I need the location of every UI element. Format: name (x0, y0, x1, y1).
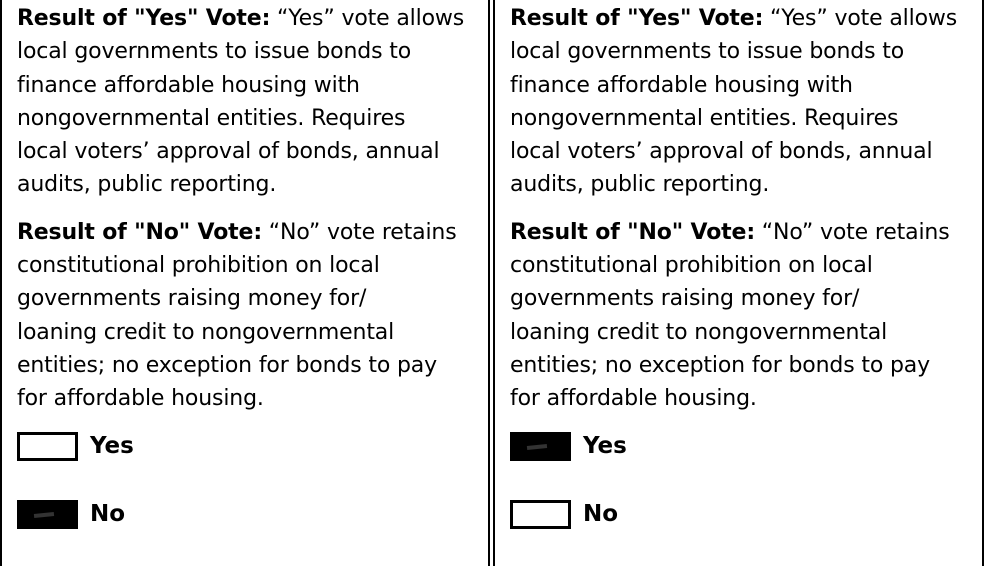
ballot-panel-right: Result of "Yes" Vote: “Yes” vote allows l… (493, 0, 984, 566)
yes-checkbox[interactable] (510, 431, 571, 461)
text-line: “Yes” vote allows (270, 6, 465, 31)
text-line: nongovernmental entities. Requires (17, 105, 406, 131)
no-option[interactable]: No (17, 496, 125, 532)
no-result-heading: Result of "No" Vote: (17, 219, 262, 245)
no-label: No (583, 501, 619, 527)
text-line: constitutional prohibition on local (510, 253, 873, 279)
text-line: entities; no exception for bonds to pay (510, 352, 930, 378)
text-line: “No” vote retains (261, 219, 457, 245)
yes-result-paragraph: Result of "Yes" Vote: “Yes” vote allows l… (17, 2, 479, 202)
yes-checkbox[interactable] (17, 431, 78, 461)
text-line: local voters’ approval of bonds, annual (17, 139, 440, 165)
no-option[interactable]: No (510, 496, 618, 532)
text-line: “No” vote retains (754, 219, 950, 245)
text-line: for affordable housing. (510, 386, 757, 412)
text-line: finance affordable housing with (17, 72, 360, 98)
no-result-paragraph: Result of "No" Vote: “No” vote retains co… (510, 216, 972, 416)
yes-result-heading: Result of "Yes" Vote: (17, 6, 271, 31)
no-checkbox[interactable] (510, 499, 571, 529)
no-checkbox[interactable] (17, 499, 78, 529)
text-line: “Yes” vote allows (763, 6, 958, 31)
yes-option[interactable]: Yes (510, 428, 627, 464)
text-line: governments raising money for/ (17, 286, 367, 312)
yes-result-heading: Result of "Yes" Vote: (510, 6, 764, 31)
yes-label: Yes (583, 433, 627, 459)
text-line: audits, public reporting. (17, 172, 277, 198)
text-line: audits, public reporting. (510, 172, 770, 198)
yes-label: Yes (90, 433, 134, 459)
no-result-paragraph: Result of "No" Vote: “No” vote retains co… (17, 216, 479, 416)
text-line: local voters’ approval of bonds, annual (510, 139, 933, 165)
text-line: nongovernmental entities. Requires (510, 105, 899, 131)
yes-option[interactable]: Yes (17, 428, 134, 464)
ballot-text: Result of "Yes" Vote: “Yes” vote allows l… (17, 2, 479, 416)
text-line: local governments to issue bonds to (510, 39, 905, 65)
text-line: local governments to issue bonds to (17, 39, 412, 65)
text-line: finance affordable housing with (510, 72, 853, 98)
text-line: loaning credit to nongovernmental (510, 319, 888, 345)
ballot-panel-left: Result of "Yes" Vote: “Yes” vote allows l… (0, 0, 490, 566)
text-line: constitutional prohibition on local (17, 253, 380, 279)
text-line: loaning credit to nongovernmental (17, 319, 395, 345)
ballot-text: Result of "Yes" Vote: “Yes” vote allows l… (510, 2, 972, 416)
text-line: entities; no exception for bonds to pay (17, 352, 437, 378)
text-line: for affordable housing. (17, 386, 264, 412)
no-label: No (90, 501, 126, 527)
yes-result-paragraph: Result of "Yes" Vote: “Yes” vote allows l… (510, 2, 972, 202)
no-result-heading: Result of "No" Vote: (510, 219, 755, 245)
text-line: governments raising money for/ (510, 286, 860, 312)
